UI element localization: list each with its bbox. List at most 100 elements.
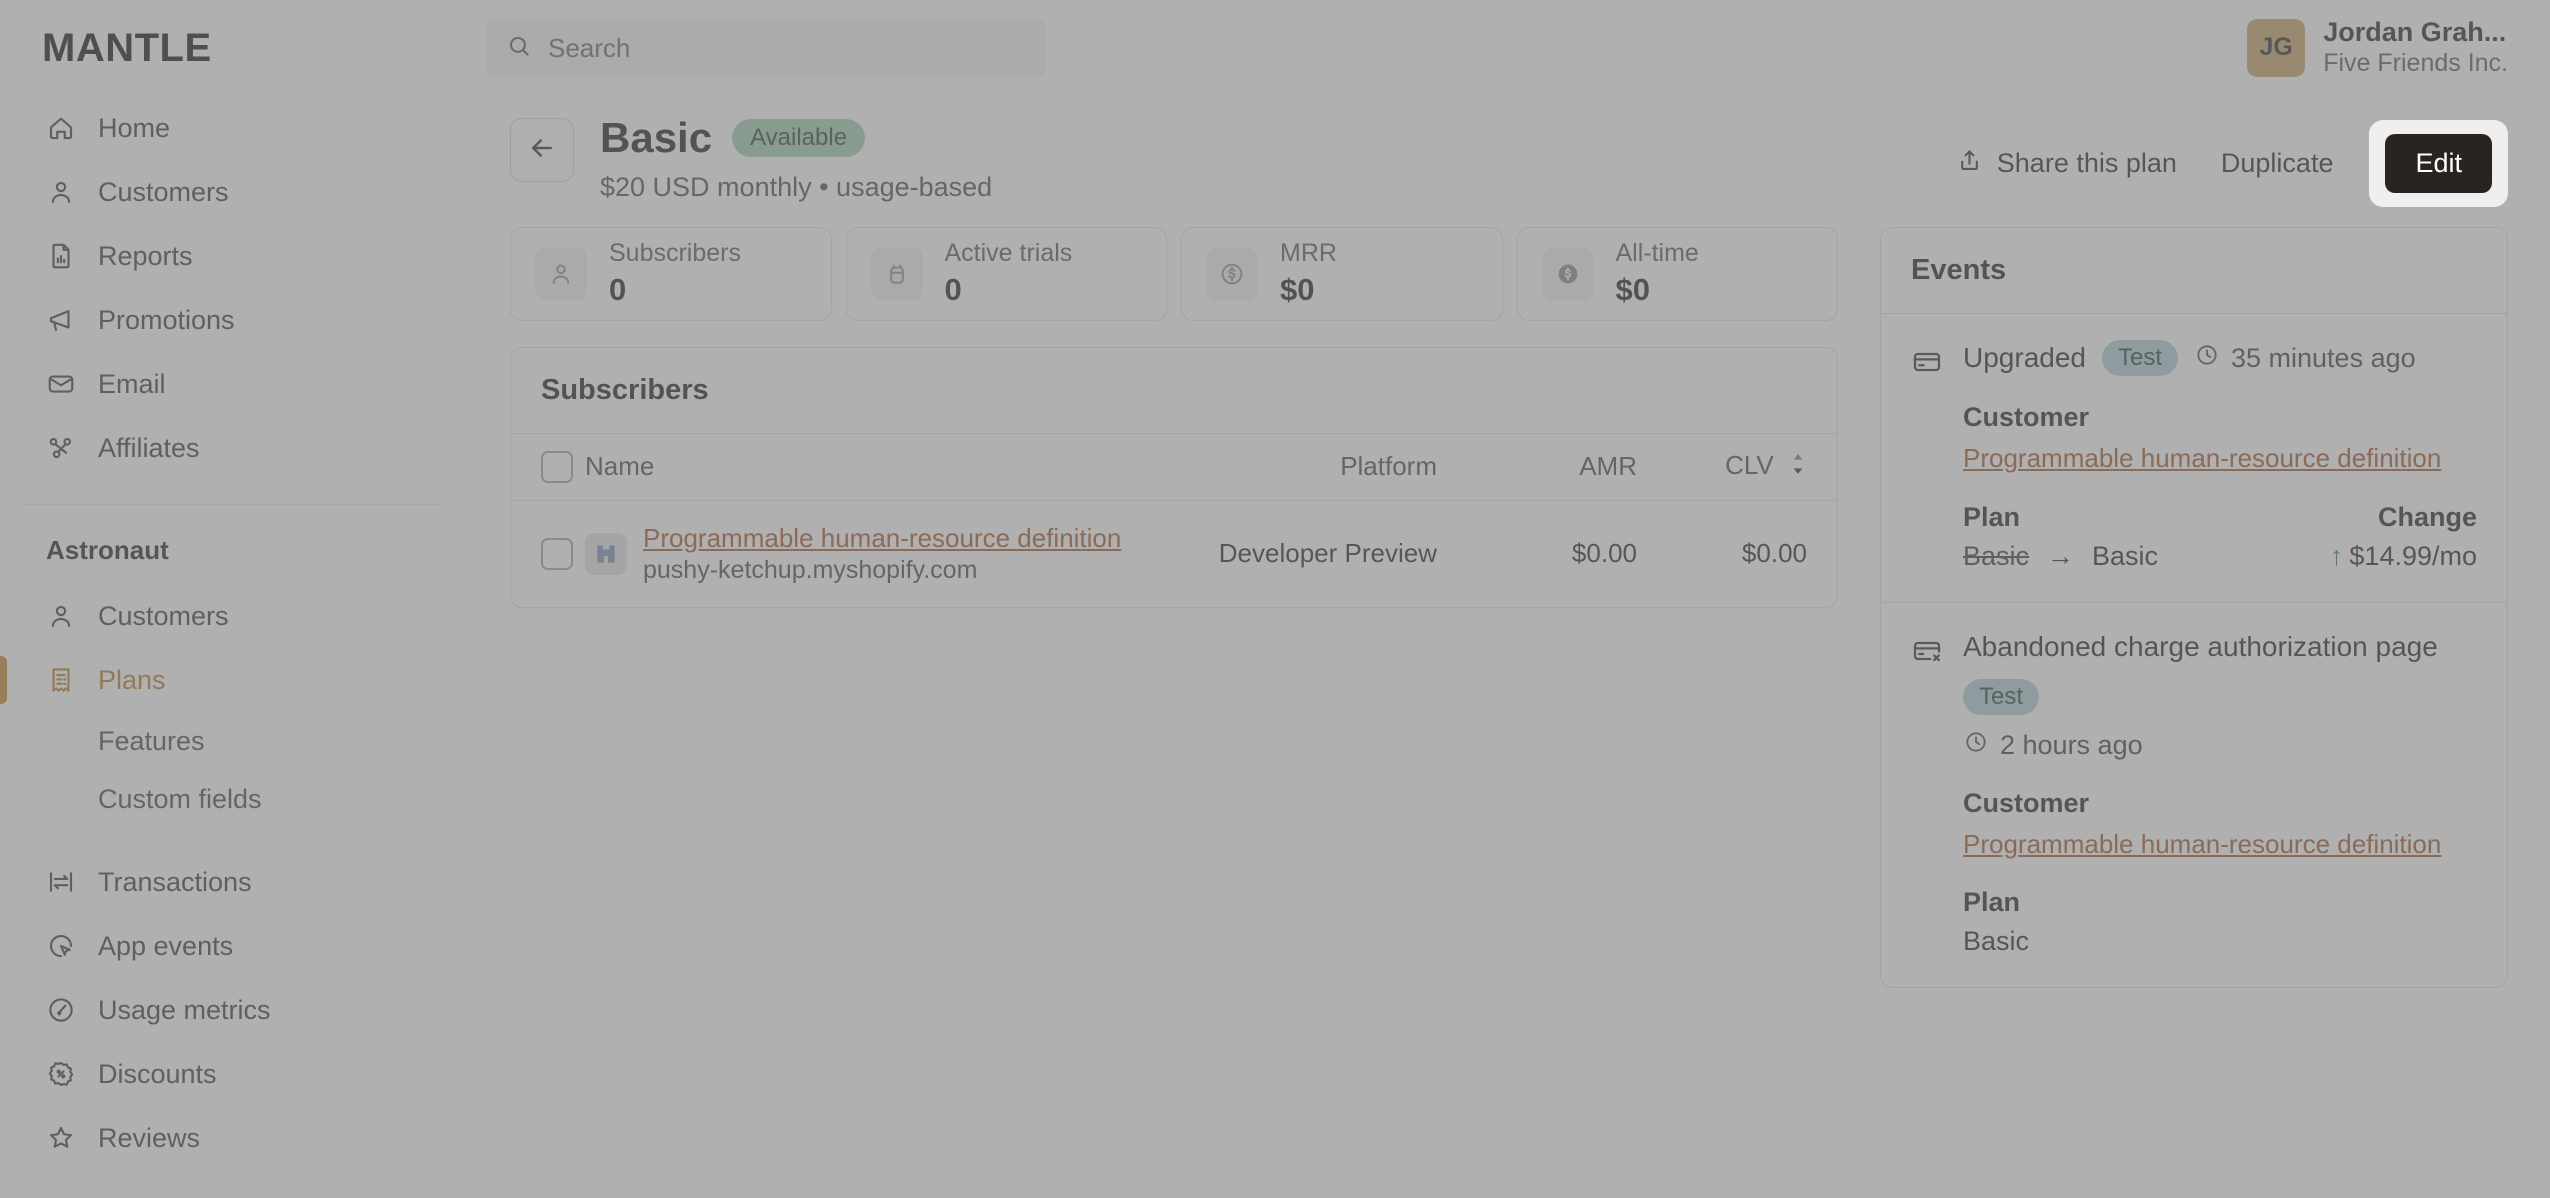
events-panel: Events Upgraded Test [1880, 227, 2508, 988]
sidebar-item-label: Home [98, 113, 170, 144]
column-header-amr[interactable]: AMR [1477, 434, 1667, 500]
sidebar-item-home[interactable]: Home [24, 96, 444, 160]
sidebar-item-reviews[interactable]: Reviews [24, 1106, 444, 1170]
back-button[interactable] [510, 118, 574, 182]
stat-text: All-time $0 [1616, 240, 1699, 308]
sidebar-item-label: Reviews [98, 1123, 200, 1154]
stat-text: Active trials 0 [945, 240, 1073, 308]
app-root: MANTLE Home Customers Reports [0, 0, 2550, 1198]
sidebar-item-label: Reports [98, 241, 193, 272]
row-select-cell [511, 500, 585, 607]
event-plan-new: Basic [2092, 541, 2158, 572]
event-body: Abandoned charge authorization page Test… [1963, 629, 2477, 958]
sidebar-item-label: App events [98, 931, 233, 962]
select-all-checkbox[interactable] [541, 451, 573, 483]
sidebar-item-label: Affiliates [98, 433, 200, 464]
store-icon [585, 533, 627, 575]
edit-button[interactable]: Edit [2385, 134, 2492, 193]
column-header-clv[interactable]: CLV [1667, 434, 1837, 500]
select-all-header [511, 434, 585, 500]
event-plan-label: Plan [1963, 887, 2477, 918]
content-area: Subscribers 0 Active trials 0 [468, 207, 2550, 1198]
sort-icon[interactable] [1789, 451, 1807, 484]
plans-icon [46, 665, 76, 695]
event-change-amount: $14.99/mo [2349, 541, 2477, 572]
user-icon [46, 177, 76, 207]
event-item[interactable]: Abandoned charge authorization page Test… [1881, 603, 2507, 988]
sidebar-item-email[interactable]: Email [24, 352, 444, 416]
sidebar-subitem-features[interactable]: Features [24, 712, 444, 770]
search-input[interactable]: Search [486, 19, 1046, 77]
page-subtitle: $20 USD monthly • usage-based [600, 172, 1908, 203]
title-block: Basic Available $20 USD monthly • usage-… [600, 114, 1908, 203]
title-row: Basic Available [600, 114, 1908, 162]
home-icon [46, 113, 76, 143]
topbar: Search JG Jordan Grah... Five Friends In… [468, 0, 2550, 96]
search-placeholder: Search [548, 33, 630, 64]
user-icon [46, 601, 76, 631]
row-checkbox[interactable] [541, 538, 573, 570]
share-plan-button[interactable]: Share this plan [1934, 135, 2199, 193]
event-item[interactable]: Upgraded Test 35 minutes ago [1881, 314, 2507, 603]
credit-card-icon [1911, 346, 1943, 378]
subscribers-title: Subscribers [511, 348, 1837, 434]
stat-card-active-trials: Active trials 0 [846, 227, 1168, 321]
event-customer-link[interactable]: Programmable human-resource definition [1963, 827, 2477, 861]
sidebar-item-app-events[interactable]: App events [24, 914, 444, 978]
subscribers-table: Name Platform AMR CLV [511, 434, 1837, 607]
brand-logo[interactable]: MANTLE [0, 0, 468, 96]
sidebar-item-promotions[interactable]: Promotions [24, 288, 444, 352]
share-icon [1956, 147, 1983, 181]
stat-card-subscribers: Subscribers 0 [510, 227, 832, 321]
dollar-circle-filled-icon [1542, 248, 1594, 300]
table-body: Programmable human-resource definition p… [511, 500, 1837, 607]
duplicate-label: Duplicate [2221, 148, 2334, 179]
sidebar-item-affiliates[interactable]: Affiliates [24, 416, 444, 480]
avatar: JG [2247, 19, 2305, 77]
sidebar-item-plans[interactable]: Plans [24, 648, 444, 712]
event-badge: Test [2102, 340, 2178, 376]
stat-text: MRR $0 [1280, 240, 1337, 308]
event-customer-link[interactable]: Programmable human-resource definition [1963, 441, 2477, 475]
sidebar-item-discounts[interactable]: Discounts [24, 1042, 444, 1106]
sidebar-item-astronaut-customers[interactable]: Customers [24, 584, 444, 648]
event-title-row: Upgraded Test 35 minutes ago [1963, 340, 2477, 376]
left-column: Subscribers 0 Active trials 0 [468, 227, 1860, 1198]
event-badge-line: Test [1963, 679, 2477, 715]
sidebar-item-reports[interactable]: Reports [24, 224, 444, 288]
sidebar-subitem-custom-fields[interactable]: Custom fields [24, 770, 444, 828]
stat-label: All-time [1616, 240, 1699, 268]
events-title: Events [1881, 228, 2507, 314]
clock-icon [2194, 342, 2220, 375]
column-header-name[interactable]: Name [585, 434, 1187, 500]
stat-label: MRR [1280, 240, 1337, 268]
event-badge: Test [1963, 679, 2039, 715]
sidebar-item-label: Promotions [98, 305, 235, 336]
event-body: Upgraded Test 35 minutes ago [1963, 340, 2477, 572]
search-icon [506, 33, 532, 64]
duplicate-button[interactable]: Duplicate [2199, 136, 2356, 191]
sidebar-item-usage-metrics[interactable]: Usage metrics [24, 978, 444, 1042]
sidebar-item-customers[interactable]: Customers [24, 160, 444, 224]
sidebar-item-transactions[interactable]: Transactions [24, 850, 444, 914]
sidebar-section-title: Astronaut [24, 527, 444, 584]
stat-value: 0 [609, 272, 741, 308]
event-name: Abandoned charge authorization page [1963, 629, 2477, 665]
sidebar-item-label: Customers [98, 177, 229, 208]
row-clv-cell: $0.00 [1667, 500, 1837, 607]
table-row[interactable]: Programmable human-resource definition p… [511, 500, 1837, 607]
affiliates-icon [46, 433, 76, 463]
arrow-left-icon [527, 133, 557, 168]
event-time-label: 2 hours ago [2000, 730, 2143, 761]
sidebar-item-label: Discounts [98, 1059, 217, 1090]
stat-value: $0 [1616, 272, 1699, 308]
user-menu[interactable]: JG Jordan Grah... Five Friends Inc. [2247, 17, 2508, 78]
stat-text: Subscribers 0 [609, 240, 741, 308]
sidebar-item-label: Plans [98, 665, 166, 696]
customer-domain: pushy-ketchup.myshopify.com [643, 556, 1121, 585]
column-header-platform[interactable]: Platform [1187, 434, 1477, 500]
user-org: Five Friends Inc. [2323, 49, 2508, 79]
customer-link[interactable]: Programmable human-resource definition [643, 523, 1121, 553]
brand-name: MANTLE [42, 26, 212, 71]
event-plan-value: Basic [1963, 926, 2477, 957]
